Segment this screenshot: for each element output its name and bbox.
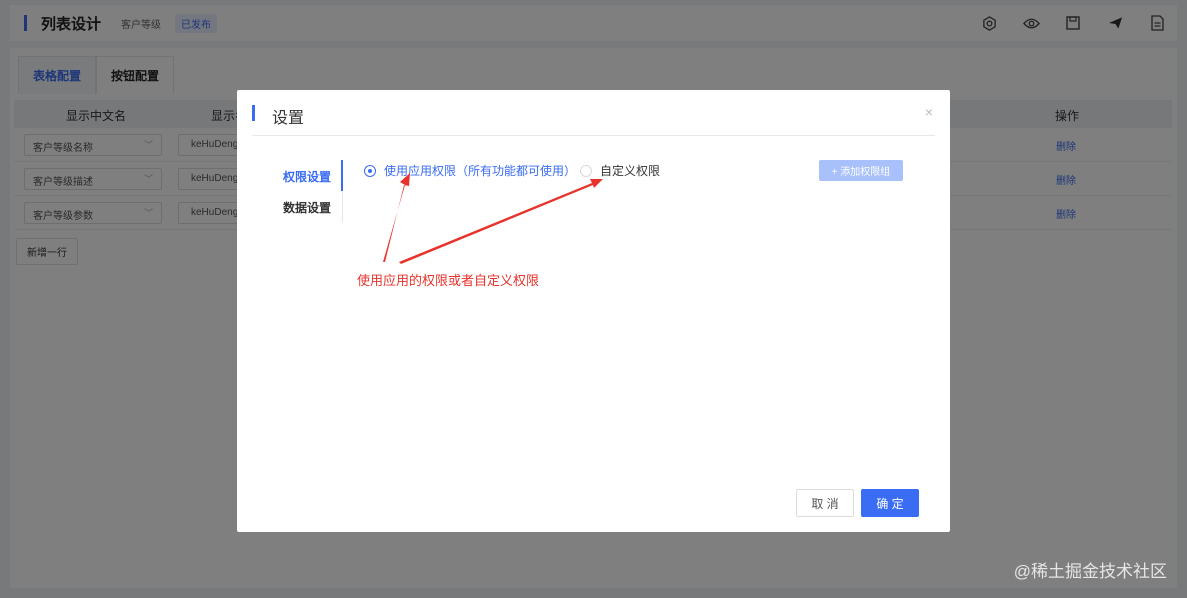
radio-app-permission[interactable]: 使用应用权限（所有功能都可使用） [364, 162, 576, 179]
settings-side-nav: 权限设置 数据设置 [283, 160, 343, 222]
radio-custom-permission-label: 自定义权限 [600, 164, 661, 178]
nav-active-indicator [341, 160, 343, 191]
arrow-to-app-permission [383, 173, 410, 262]
add-permission-group-button[interactable]: + 添加权限组 [819, 160, 903, 181]
watermark: @稀土掘金技术社区 [1013, 562, 1167, 581]
radio-custom-permission[interactable]: 自定义权限 [580, 162, 660, 179]
dialog-title: 设置 [272, 110, 305, 127]
cancel-button[interactable]: 取 消 [796, 489, 854, 517]
confirm-button[interactable]: 确 定 [861, 489, 919, 517]
nav-permission-settings[interactable]: 权限设置 [283, 168, 331, 185]
annotation-text: 使用应用的权限或者自定义权限 [357, 273, 540, 288]
nav-data-settings[interactable]: 数据设置 [283, 199, 331, 216]
arrow-to-custom-permission [399, 179, 603, 264]
settings-dialog: 设置 × 权限设置 数据设置 使用应用权限（所有功能都可使用） 自定义权限 + … [237, 90, 950, 532]
close-icon[interactable]: × [925, 104, 933, 120]
radio-unchecked-icon [580, 164, 592, 177]
radio-checked-icon [364, 164, 376, 177]
dialog-accent-bar [252, 105, 255, 121]
radio-app-permission-label: 使用应用权限（所有功能都可使用） [384, 164, 577, 178]
annotation-arrows [383, 173, 603, 264]
dialog-header: 设置 × [252, 90, 935, 136]
